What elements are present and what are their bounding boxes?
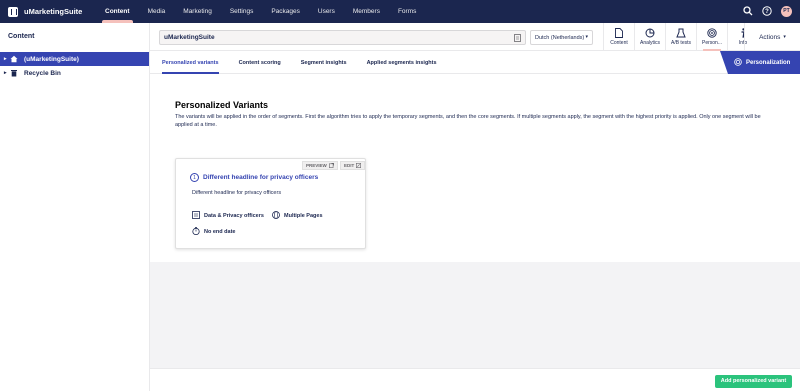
actions-label: Actions xyxy=(759,33,781,41)
search-icon[interactable] xyxy=(743,5,753,18)
app-label: A/B tests xyxy=(670,40,691,46)
main-content: Personalized Variants The variants will … xyxy=(150,74,800,262)
sidebar-title: Content xyxy=(8,33,35,40)
nav-media[interactable]: Media xyxy=(139,0,175,23)
app-analytics[interactable]: Analytics xyxy=(634,23,665,51)
app-ab-tests[interactable]: A/B tests xyxy=(665,23,696,51)
edit-label: EDIT xyxy=(344,163,355,168)
svg-text:?: ? xyxy=(765,9,769,15)
umbraco-logo-icon xyxy=(8,6,18,17)
footer-bar: Add personalized variant xyxy=(150,368,800,391)
ab-test-icon xyxy=(676,28,686,38)
caret-down-icon: ▾ xyxy=(783,34,786,40)
brand-name: uMarketingSuite xyxy=(24,7,83,16)
external-link-icon xyxy=(328,162,334,169)
badge-label: Personalization xyxy=(746,59,791,66)
tree-item-label: Recycle Bin xyxy=(24,69,61,77)
personalization-badge: Personalization xyxy=(720,51,800,74)
subtabs: Personalized variants Content scoring Se… xyxy=(150,51,800,74)
app-label: Person... xyxy=(701,40,722,46)
brand[interactable]: uMarketingSuite xyxy=(0,6,96,17)
tree-item-label: (uMarketingSuite) xyxy=(24,55,79,63)
help-icon[interactable]: ? xyxy=(762,5,772,18)
tree-item-recycle-bin[interactable]: ▸ Recycle Bin xyxy=(0,66,149,80)
variant-subtitle: Different headline for privacy officers xyxy=(192,190,282,196)
document-icon xyxy=(615,28,623,38)
top-bar: uMarketingSuite Content Media Marketing … xyxy=(0,0,800,23)
content-apps: Content Analytics A/B tests Person... In… xyxy=(603,23,758,51)
language-value: Dutch (Netherlands) xyxy=(535,35,585,41)
nav-settings[interactable]: Settings xyxy=(221,0,263,23)
tab-content-scoring[interactable]: Content scoring xyxy=(231,51,289,74)
edit-icon xyxy=(356,162,362,169)
preview-button[interactable]: PREVIEW xyxy=(302,161,338,170)
app-label: Analytics xyxy=(639,40,660,46)
app-personalization[interactable]: Person... xyxy=(696,23,727,51)
sidebar: Content ▸ (uMarketingSuite) ▸ Recycle Bi… xyxy=(0,23,150,391)
nav-marketing[interactable]: Marketing xyxy=(174,0,221,23)
end-date-label: No end date xyxy=(204,229,236,235)
target-icon xyxy=(707,28,717,38)
analytics-icon xyxy=(645,28,655,38)
actions-button[interactable]: Actions ▾ xyxy=(744,23,800,51)
node-name-input[interactable] xyxy=(159,30,526,45)
variant-number: 1 xyxy=(190,173,199,182)
tab-segment-insights[interactable]: Segment insights xyxy=(293,51,355,74)
nav-forms[interactable]: Forms xyxy=(389,0,425,23)
edit-button[interactable]: EDIT xyxy=(340,161,366,170)
app-content[interactable]: Content xyxy=(603,23,634,51)
end-date-info: No end date xyxy=(192,227,235,237)
avatar[interactable]: PT xyxy=(781,6,792,17)
globe-icon xyxy=(272,211,280,221)
main-nav: Content Media Marketing Settings Package… xyxy=(96,0,425,23)
nav-packages[interactable]: Packages xyxy=(262,0,309,23)
trash-icon xyxy=(10,69,20,77)
tab-personalized-variants[interactable]: Personalized variants xyxy=(154,51,227,74)
pages-info: Multiple Pages xyxy=(272,211,323,221)
stopwatch-icon xyxy=(192,227,200,237)
caret-down-icon: ▾ xyxy=(585,34,588,40)
segment-info: Data & Privacy officers xyxy=(192,211,264,221)
variant-card[interactable]: PREVIEW EDIT 1 Different headline for pr… xyxy=(175,158,366,249)
pages-label: Multiple Pages xyxy=(284,213,323,219)
nav-users[interactable]: Users xyxy=(309,0,344,23)
document-type-icon[interactable] xyxy=(514,34,521,44)
nav-members[interactable]: Members xyxy=(344,0,389,23)
home-icon xyxy=(10,55,20,63)
target-icon xyxy=(734,57,742,68)
segment-name: Data & Privacy officers xyxy=(204,213,264,219)
content-header: Dutch (Netherlands) ▾ Content Analytics … xyxy=(150,23,800,51)
add-personalized-variant-button[interactable]: Add personalized variant xyxy=(715,375,792,388)
page-description: The variants will be applied in the orde… xyxy=(175,114,761,128)
app-label: Content xyxy=(610,40,628,46)
top-icons: ? PT xyxy=(743,0,792,23)
tab-applied-segments-insights[interactable]: Applied segments insights xyxy=(359,51,445,74)
language-select[interactable]: Dutch (Netherlands) ▾ xyxy=(530,30,593,45)
segment-icon xyxy=(192,211,200,221)
tree-item-root[interactable]: ▸ (uMarketingSuite) xyxy=(0,52,149,66)
preview-label: PREVIEW xyxy=(306,163,327,168)
variant-title[interactable]: Different headline for privacy officers xyxy=(203,174,318,181)
card-header: 1 Different headline for privacy officer… xyxy=(190,173,318,182)
page-title: Personalized Variants xyxy=(175,100,269,110)
empty-area xyxy=(150,262,800,368)
nav-content[interactable]: Content xyxy=(96,0,139,23)
